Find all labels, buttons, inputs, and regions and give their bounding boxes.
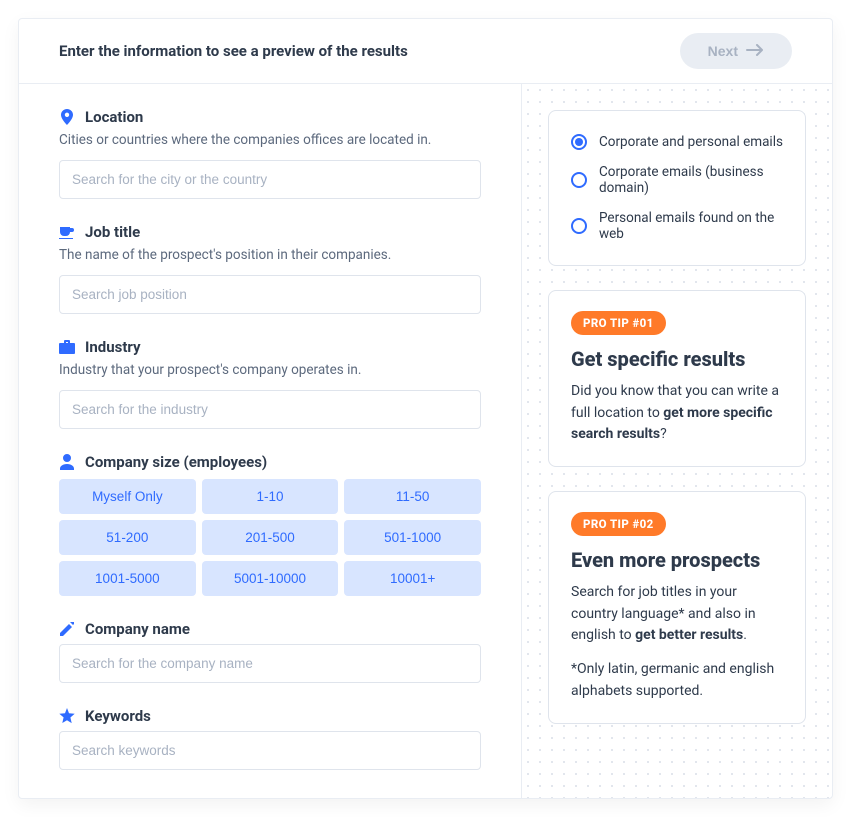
form-column: Location Cities or countries where the c…	[19, 84, 522, 798]
pro-tip-badge: PRO TIP #01	[571, 311, 666, 335]
size-option[interactable]: 5001-10000	[202, 561, 339, 596]
job-title-input[interactable]	[59, 275, 481, 314]
industry-desc: Industry that your prospect's company op…	[59, 362, 481, 378]
location-title: Location	[85, 108, 143, 126]
size-option[interactable]: 10001+	[344, 561, 481, 596]
star-icon	[59, 708, 75, 724]
page-title: Enter the information to see a preview o…	[59, 42, 408, 60]
job-title-title: Job title	[85, 223, 140, 241]
size-option[interactable]: 501-1000	[344, 520, 481, 555]
job-title-section: Job title The name of the prospect's pos…	[59, 223, 481, 314]
radio-label: Corporate and personal emails	[599, 134, 783, 150]
radio-icon	[571, 172, 587, 188]
industry-title: Industry	[85, 338, 141, 356]
person-icon	[59, 454, 75, 470]
pro-tip-title: Get specific results	[571, 347, 783, 371]
pro-tip-body: Did you know that you can write a full l…	[571, 381, 783, 446]
pencil-icon	[59, 621, 75, 637]
company-size-section: Company size (employees) Myself Only 1-1…	[59, 453, 481, 596]
company-size-grid: Myself Only 1-10 11-50 51-200 201-500 50…	[59, 479, 481, 596]
radio-icon	[571, 218, 587, 234]
location-section: Location Cities or countries where the c…	[59, 108, 481, 199]
size-option[interactable]: Myself Only	[59, 479, 196, 514]
company-name-section: Company name	[59, 620, 481, 683]
location-input[interactable]	[59, 160, 481, 199]
location-desc: Cities or countries where the companies …	[59, 132, 481, 148]
arrow-right-icon	[746, 43, 764, 59]
radio-icon	[571, 134, 587, 150]
email-filter-option[interactable]: Personal emails found on the web	[571, 203, 783, 249]
pro-tip-title: Even more prospects	[571, 548, 783, 572]
keywords-section: Keywords	[59, 707, 481, 770]
sidebar-column: Corporate and personal emails Corporate …	[522, 84, 832, 798]
email-filter-option[interactable]: Corporate emails (business domain)	[571, 157, 783, 203]
radio-label: Personal emails found on the web	[599, 210, 783, 242]
size-option[interactable]: 51-200	[59, 520, 196, 555]
company-name-input[interactable]	[59, 644, 481, 683]
industry-section: Industry Industry that your prospect's c…	[59, 338, 481, 429]
next-button[interactable]: Next	[680, 33, 792, 69]
size-option[interactable]: 201-500	[202, 520, 339, 555]
industry-input[interactable]	[59, 390, 481, 429]
size-option[interactable]: 1001-5000	[59, 561, 196, 596]
keywords-title: Keywords	[85, 707, 151, 725]
form-card: Enter the information to see a preview o…	[18, 18, 833, 799]
coffee-icon	[59, 224, 75, 240]
pro-tip-panel: PRO TIP #01 Get specific results Did you…	[548, 290, 806, 467]
size-option[interactable]: 11-50	[344, 479, 481, 514]
radio-label: Corporate emails (business domain)	[599, 164, 783, 196]
pro-tip-footnote: *Only latin, germanic and english alphab…	[571, 659, 783, 702]
size-option[interactable]: 1-10	[202, 479, 339, 514]
job-title-desc: The name of the prospect's position in t…	[59, 247, 481, 263]
pro-tip-badge: PRO TIP #02	[571, 512, 666, 536]
body: Location Cities or countries where the c…	[19, 84, 832, 798]
pro-tip-panel: PRO TIP #02 Even more prospects Search f…	[548, 491, 806, 723]
company-size-title: Company size (employees)	[85, 453, 267, 471]
email-filter-panel: Corporate and personal emails Corporate …	[548, 110, 806, 266]
location-pin-icon	[59, 109, 75, 125]
pro-tip-body: Search for job titles in your country la…	[571, 582, 783, 702]
next-button-label: Next	[708, 43, 738, 59]
header: Enter the information to see a preview o…	[19, 19, 832, 84]
briefcase-icon	[59, 339, 75, 355]
keywords-input[interactable]	[59, 731, 481, 770]
email-filter-option[interactable]: Corporate and personal emails	[571, 127, 783, 157]
company-name-title: Company name	[85, 620, 190, 638]
